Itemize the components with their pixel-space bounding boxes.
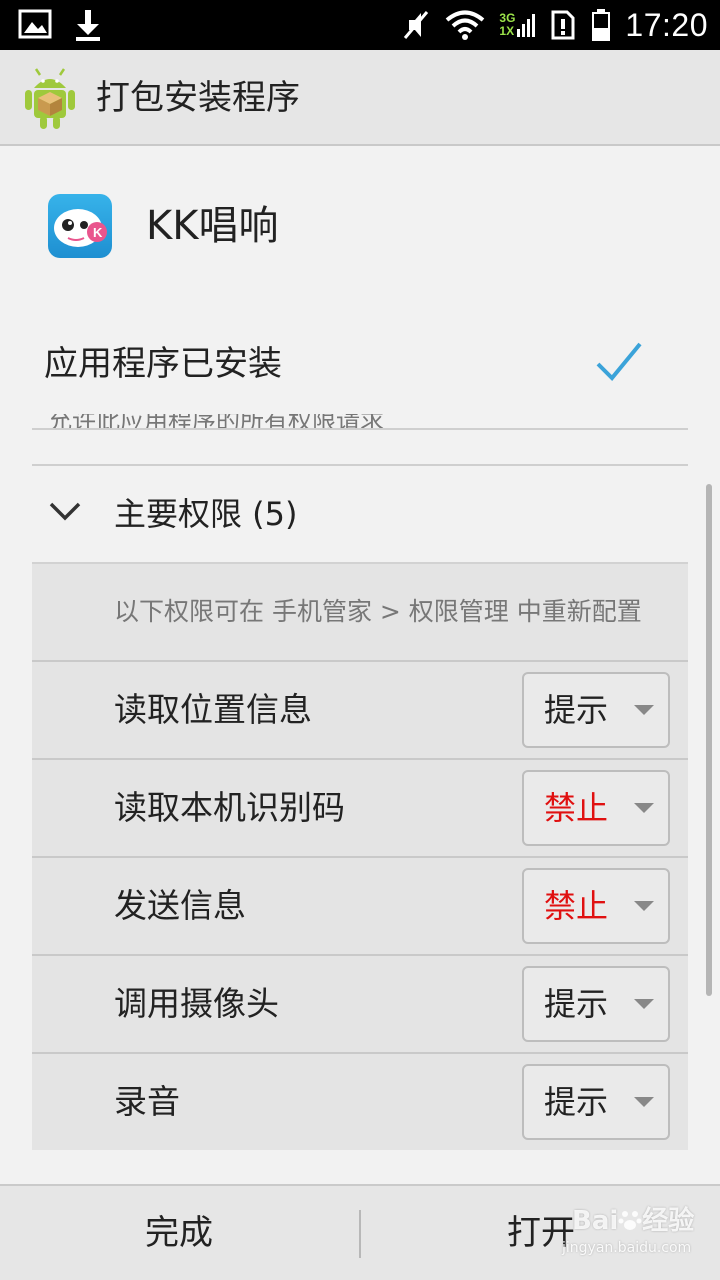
battery-icon — [592, 9, 611, 41]
dropdown-caret-icon — [634, 803, 654, 813]
permission-select-sms[interactable]: 禁止 — [522, 868, 670, 944]
permission-value: 提示 — [544, 1083, 609, 1121]
permission-label: 录音 — [114, 1082, 180, 1121]
signal-icon — [517, 14, 536, 37]
permission-label: 读取本机识别码 — [114, 788, 345, 827]
permission-row-location: 读取位置信息 提示 — [32, 660, 688, 758]
network-bottom-label: 1X — [499, 24, 515, 38]
download-icon — [76, 10, 100, 41]
permission-label: 读取位置信息 — [114, 690, 312, 729]
permission-label: 发送信息 — [114, 886, 246, 925]
permission-row-sms: 发送信息 禁止 — [32, 856, 688, 954]
permissions-title: 主要权限 (5) — [114, 495, 298, 533]
sim-alert-icon — [551, 10, 575, 40]
permission-value: 提示 — [544, 985, 609, 1023]
watermark-brand: Bai 经验 — [572, 1206, 695, 1236]
page-title: 打包安装程序 — [96, 78, 300, 118]
dropdown-caret-icon — [634, 1097, 654, 1107]
install-status-text: 应用程序已安装 — [44, 344, 282, 384]
button-separator — [359, 1210, 361, 1258]
image-icon — [18, 9, 52, 39]
watermark-url: jingyan.baidu.com — [562, 1240, 692, 1256]
permission-select-location[interactable]: 提示 — [522, 672, 670, 748]
permissions-note: 以下权限可在 手机管家 > 权限管理 中重新配置 — [114, 597, 642, 626]
checkmark-icon — [596, 342, 642, 381]
dropdown-caret-icon — [634, 901, 654, 911]
baidu-watermark: Bai 经验 jingyan.baidu.com — [560, 1196, 710, 1268]
permissions-header[interactable]: 主要权限 (5) — [32, 466, 688, 562]
permission-select-camera[interactable]: 提示 — [522, 966, 670, 1042]
paw-icon — [618, 1211, 642, 1230]
status-bar: 3G 1X 17:20 — [0, 0, 720, 50]
scrollbar[interactable] — [706, 484, 712, 996]
title-bar: 打包安装程序 — [0, 50, 720, 146]
clock: 17:20 — [625, 6, 708, 43]
dropdown-caret-icon — [634, 705, 654, 715]
wifi-icon — [446, 10, 485, 40]
permission-value: 禁止 — [544, 789, 609, 827]
permission-row-audio: 录音 提示 — [32, 1052, 688, 1150]
permission-row-device-id: 读取本机识别码 禁止 — [32, 758, 688, 856]
permission-value: 提示 — [544, 691, 609, 729]
done-button[interactable]: 完成 — [0, 1186, 358, 1280]
mute-icon — [404, 11, 429, 39]
svg-text:K: K — [93, 225, 103, 240]
chevron-down-icon — [49, 502, 81, 521]
permission-label: 调用摄像头 — [114, 984, 279, 1023]
permission-row-camera: 调用摄像头 提示 — [32, 954, 688, 1052]
dropdown-caret-icon — [634, 999, 654, 1009]
network-type: 3G 1X — [499, 11, 536, 39]
kk-app-icon: K — [48, 194, 112, 258]
permission-select-device-id[interactable]: 禁止 — [522, 770, 670, 846]
permission-select-audio[interactable]: 提示 — [522, 1064, 670, 1140]
install-status-row: 应用程序已安装 — [44, 332, 644, 396]
divider — [32, 428, 688, 430]
android-icon — [25, 68, 75, 129]
app-name: KK唱响 — [146, 203, 279, 249]
content-area: K KK唱响 应用程序已安装 允许此应用程序的所有权限请求 主要权限 (5) 以… — [0, 148, 720, 1184]
permissions-panel: 以下权限可在 手机管家 > 权限管理 中重新配置 读取位置信息 提示 读取本机识… — [32, 562, 688, 1150]
permission-value: 禁止 — [544, 887, 609, 925]
